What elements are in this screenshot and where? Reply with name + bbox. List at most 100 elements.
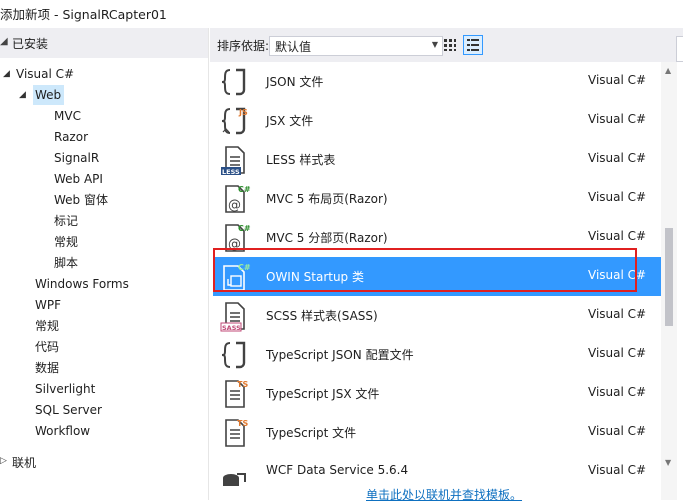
razor-layout-icon: @ C# xyxy=(225,185,251,213)
template-name: MVC 5 分部页(Razor) xyxy=(266,231,388,245)
tree-item-label: 脚本 xyxy=(54,256,79,270)
tree-item-label: 常规 xyxy=(54,235,79,249)
tree-item[interactable]: Workflow xyxy=(35,421,90,441)
online-label: 联机 xyxy=(12,456,37,470)
tree-item[interactable]: 常规 xyxy=(35,316,59,336)
template-language: Visual C# xyxy=(588,463,647,477)
template-name: JSX 文件 xyxy=(266,114,314,128)
less-file-icon: LESS xyxy=(221,146,245,176)
tree-item-label: MVC xyxy=(54,109,81,123)
svg-text:TS: TS xyxy=(237,419,248,428)
template-row[interactable]: JS JSX 文件 Visual C# xyxy=(213,101,661,140)
sort-dropdown[interactable]: 默认值 ▼ xyxy=(269,36,443,56)
template-language: Visual C# xyxy=(588,424,647,438)
installed-section-header[interactable]: ◢ 已安装 xyxy=(0,28,208,58)
tree-item-label: SignalR xyxy=(54,151,100,165)
tree-item[interactable]: 标记 xyxy=(54,211,78,231)
tree-item[interactable]: Web 窗体 xyxy=(54,190,108,210)
search-box-edge[interactable] xyxy=(676,36,683,62)
online-templates-link[interactable]: 单击此处以联机并查找模板。 xyxy=(366,486,522,503)
left-panel: ◢ 已安装 ◢ Visual C# ◢ Web MVC Razor SignalR Web A… xyxy=(0,28,209,500)
list-view-button[interactable] xyxy=(463,35,483,55)
svg-text:TS: TS xyxy=(237,380,248,389)
online-section-header[interactable]: ▷ 联机 xyxy=(0,447,208,477)
grid-view-icon xyxy=(444,39,456,51)
tree-item-label: Web 窗体 xyxy=(54,193,108,207)
typescript-json-config-icon xyxy=(221,341,246,369)
tree-item[interactable]: 常规 xyxy=(54,232,78,252)
template-row[interactable]: TypeScript JSON 配置文件 Visual C# xyxy=(213,335,661,374)
window-title: 添加新项 - SignalRCapter01 xyxy=(0,7,167,22)
tree-item-label: 数据 xyxy=(35,361,60,375)
tree-item-label: Windows Forms xyxy=(35,277,129,291)
template-name: MVC 5 布局页(Razor) xyxy=(266,192,388,206)
template-language: Visual C# xyxy=(588,151,647,165)
template-row[interactable]: JSON 文件 Visual C# xyxy=(213,62,661,101)
tree-item-label: Visual C# xyxy=(16,67,75,81)
tree-item-label: Web API xyxy=(54,172,103,186)
tree-item-label: Workflow xyxy=(35,424,91,438)
tree-item-label: Web xyxy=(35,88,62,102)
tree-item-label: 标记 xyxy=(54,214,79,228)
svg-text:SASS: SASS xyxy=(222,324,241,332)
tree-item[interactable]: Windows Forms xyxy=(35,274,129,294)
template-name: SCSS 样式表(SASS) xyxy=(266,309,378,323)
tree-item[interactable]: Web API xyxy=(54,169,103,189)
tree-item[interactable]: Silverlight xyxy=(35,379,95,399)
template-name: JSON 文件 xyxy=(266,75,324,89)
json-file-icon xyxy=(221,68,246,96)
tree-item-label: SQL Server xyxy=(35,403,102,417)
tree-item[interactable]: 代码 xyxy=(35,337,59,357)
template-name: LESS 样式表 xyxy=(266,153,336,167)
expanded-arrow-icon[interactable]: ◢ xyxy=(19,85,26,105)
chevron-down-icon: ▼ xyxy=(431,40,438,49)
tree-item-label: Silverlight xyxy=(35,382,96,396)
expanded-arrow-icon[interactable]: ◢ xyxy=(3,64,10,84)
typescript-jsx-file-icon: TS xyxy=(225,380,248,408)
svg-text:C#: C# xyxy=(238,185,251,194)
tree-item[interactable]: 脚本 xyxy=(54,253,78,273)
template-language: Visual C# xyxy=(588,190,647,204)
list-toolbar: 排序依据: 默认值 ▼ xyxy=(210,28,683,62)
template-language: Visual C# xyxy=(588,346,647,360)
svg-text:LESS: LESS xyxy=(222,168,240,176)
template-row[interactable]: TS TypeScript JSX 文件 Visual C# xyxy=(213,374,661,413)
tree-item-label: WPF xyxy=(35,298,62,312)
template-row[interactable]: @ C# MVC 5 布局页(Razor) Visual C# xyxy=(213,179,661,218)
tree-item[interactable]: SQL Server xyxy=(35,400,102,420)
tree-item[interactable]: SignalR xyxy=(54,148,99,168)
template-name: TypeScript JSX 文件 xyxy=(266,387,380,401)
typescript-file-icon: TS xyxy=(225,419,248,447)
collapse-icon: ◢ xyxy=(0,36,8,47)
tree-item-label: 常规 xyxy=(35,319,60,333)
template-name: WCF Data Service 5.6.4 xyxy=(266,463,409,477)
template-row[interactable]: SASS SCSS 样式表(SASS) Visual C# xyxy=(213,296,661,335)
template-name: TypeScript 文件 xyxy=(266,426,357,440)
template-row[interactable]: TS TypeScript 文件 Visual C# xyxy=(213,413,661,452)
template-language: Visual C# xyxy=(588,307,647,321)
tree-item-label: 代码 xyxy=(35,340,60,354)
list-view-icon xyxy=(467,39,479,51)
sort-label: 排序依据: xyxy=(217,39,270,53)
scroll-up-icon[interactable]: ▲ xyxy=(665,66,671,75)
scss-file-icon: SASS xyxy=(220,302,245,332)
tree-item-label: Razor xyxy=(54,130,89,144)
jsx-file-icon: JS xyxy=(221,107,248,135)
tree-item[interactable]: 数据 xyxy=(35,358,59,378)
scrollbar-thumb[interactable] xyxy=(665,228,673,326)
installed-label: 已安装 xyxy=(12,37,49,51)
template-row[interactable]: LESS LESS 样式表 Visual C# xyxy=(213,140,661,179)
template-language: Visual C# xyxy=(588,73,647,87)
tree-item[interactable]: ◢ Visual C# xyxy=(3,64,75,84)
tree-item[interactable]: ◢ Web xyxy=(19,85,65,105)
tree-item[interactable]: Razor xyxy=(54,127,88,147)
scroll-down-icon[interactable]: ▼ xyxy=(665,458,671,467)
svg-text:C#: C# xyxy=(238,224,251,233)
grid-view-button[interactable] xyxy=(440,35,460,55)
template-language: Visual C# xyxy=(588,229,647,243)
template-list-scrollbar[interactable]: ▲ ▼ xyxy=(661,62,677,500)
tree-item[interactable]: MVC xyxy=(54,106,81,126)
tree-item[interactable]: WPF xyxy=(35,295,61,315)
template-language: Visual C# xyxy=(588,385,647,399)
title-bar: 添加新项 - SignalRCapter01 xyxy=(0,0,683,28)
